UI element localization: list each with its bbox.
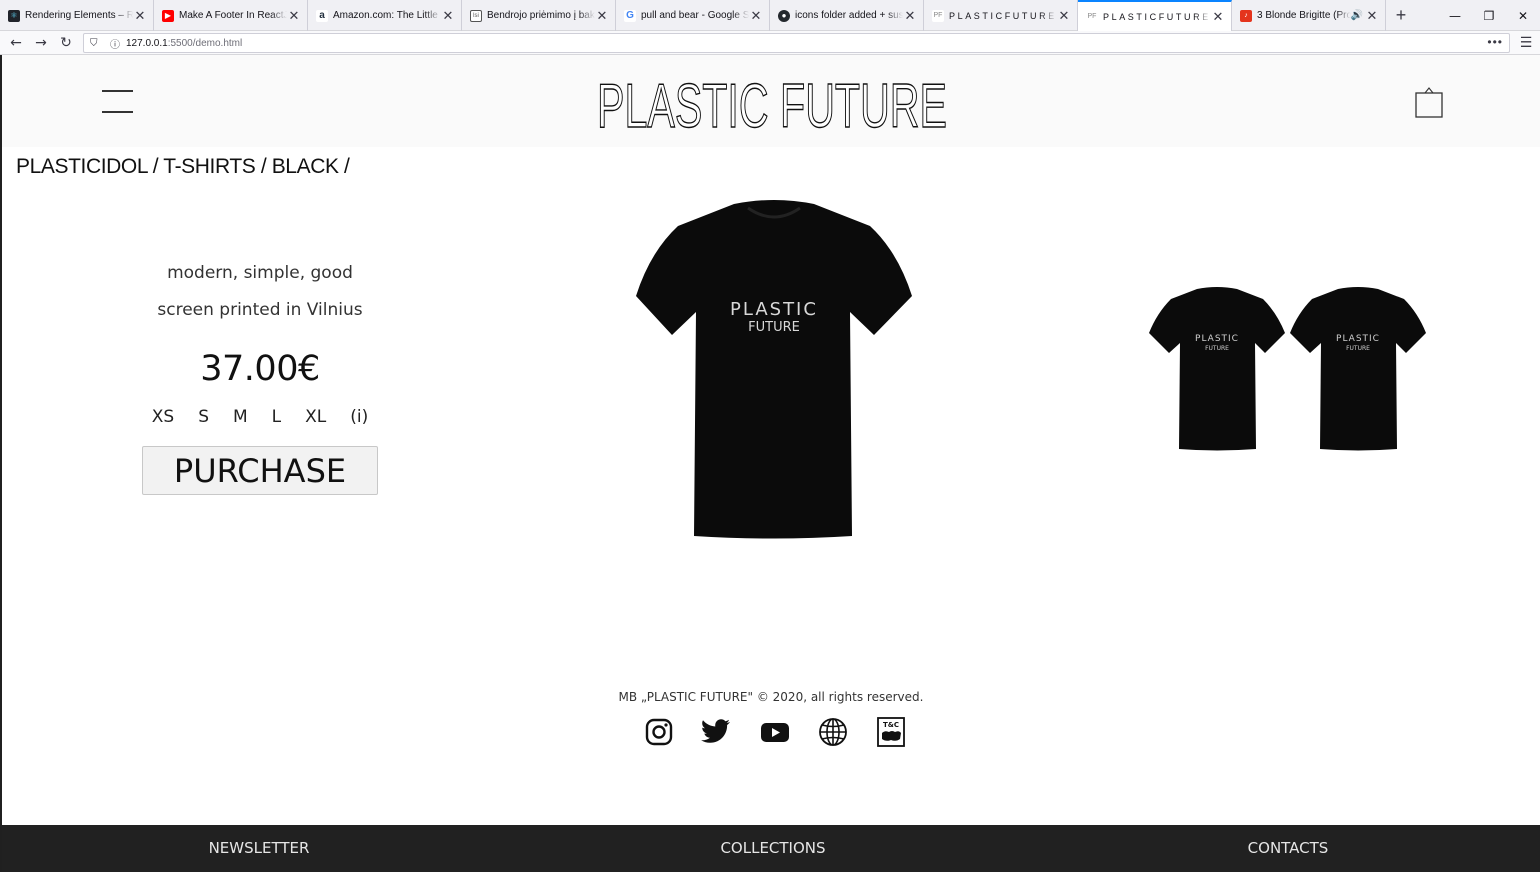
thumb-print-line2: FUTURE	[1346, 345, 1370, 352]
shopping-bag-icon[interactable]	[1414, 85, 1444, 119]
react-favicon-icon: ⚛	[8, 9, 20, 22]
url-path: :5500/demo.html	[167, 37, 243, 49]
site-header: PLASTIC FUTURE	[2, 55, 1540, 147]
social-links: T&C	[643, 715, 911, 751]
forward-arrow-icon[interactable]: →	[31, 33, 51, 53]
globe-icon[interactable]	[817, 715, 849, 749]
product-tagline: screen printed in Vilnius	[157, 300, 363, 320]
product-thumbnail[interactable]: PLASTIC FUTURE	[1290, 287, 1426, 452]
github-favicon-icon: ●	[778, 9, 790, 22]
browser-nav-bar: ← → ↻ ⛉ ⓘ 127.0.0.1:5500/demo.html ••• ☰	[0, 31, 1540, 55]
new-tab-button[interactable]: +	[1386, 0, 1416, 31]
product-info: modern, simple, good screen printed in V…	[142, 255, 378, 495]
page: PLASTIC FUTURE PLASTICIDOL / T-SHIRTS / …	[2, 55, 1540, 872]
instagram-icon[interactable]	[643, 715, 675, 749]
soundcloud-favicon-icon: ♪	[1240, 9, 1252, 22]
site-footer: NEWSLETTER COLLECTIONS CONTACTS	[2, 825, 1540, 872]
reload-icon[interactable]: ↻	[56, 33, 76, 53]
shield-icon[interactable]: ⛉	[90, 38, 102, 49]
tab-title: PLASTICFUTURE	[1103, 11, 1211, 22]
breadcrumb-item-t-shirts[interactable]: T-SHIRTS /	[163, 155, 266, 178]
back-arrow-icon[interactable]: ←	[6, 33, 26, 53]
terms-icon[interactable]: T&C	[875, 715, 907, 749]
window-controls: — ❐ ✕	[1438, 0, 1540, 31]
breadcrumb-item-plasticidol[interactable]: PLASTICIDOL /	[16, 155, 159, 178]
tab-title: Rendering Elements – React	[25, 10, 133, 21]
browser-tab[interactable]: PF PLASTICFUTURE ✕	[924, 0, 1078, 31]
close-tab-icon[interactable]: ✕	[1057, 8, 1071, 24]
url-host: 127.0.0.1	[126, 37, 168, 49]
browser-tab[interactable]: ⚛ Rendering Elements – React ✕	[0, 0, 154, 31]
browser-tab[interactable]: ♪ 3 Blonde Brigitte (Produ 🔊 ✕	[1232, 0, 1386, 31]
tab-title: Bendrojo priėmimo į bakalau	[487, 10, 595, 21]
tab-title: icons folder added + sustainab	[795, 10, 903, 21]
size-selector: XS S M L XL (i)	[142, 403, 378, 431]
close-window-icon[interactable]: ✕	[1506, 0, 1540, 31]
size-option-s[interactable]: S	[186, 403, 221, 431]
tab-title: PLASTICFUTURE	[949, 10, 1057, 21]
menu-icon[interactable]	[102, 90, 134, 114]
browser-tab-bar: ⚛ Rendering Elements – React ✕ ▶ Make A …	[0, 0, 1540, 31]
terms-icon-label: T&C	[883, 721, 899, 729]
close-tab-icon[interactable]: ✕	[749, 8, 763, 24]
thumb-print-line1: PLASTIC	[1195, 334, 1239, 344]
close-tab-icon[interactable]: ✕	[133, 8, 147, 24]
close-tab-icon[interactable]: ✕	[1211, 9, 1225, 25]
footer-link-contacts[interactable]: CONTACTS	[1188, 839, 1388, 857]
site-logo[interactable]: PLASTIC FUTURE	[592, 69, 952, 133]
page-actions-icon[interactable]: •••	[1487, 35, 1503, 49]
twitter-icon[interactable]	[700, 715, 732, 749]
breadcrumb-item-black[interactable]: BLACK /	[272, 155, 350, 178]
thumb-print-line1: PLASTIC	[1336, 334, 1380, 344]
google-favicon-icon: G	[624, 9, 636, 22]
amazon-favicon-icon: a	[316, 9, 328, 22]
plastic-future-favicon-icon: PF	[932, 9, 944, 22]
page-favicon-icon: lsi	[470, 9, 482, 22]
browser-tab[interactable]: ● icons folder added + sustainab ✕	[770, 0, 924, 31]
product-thumbnail[interactable]: PLASTIC FUTURE	[1149, 287, 1285, 452]
breadcrumb: PLASTICIDOL / T-SHIRTS / BLACK /	[16, 155, 350, 179]
size-info-button[interactable]: (i)	[338, 403, 380, 431]
minimize-icon[interactable]: —	[1438, 0, 1472, 31]
hamburger-menu-icon[interactable]: ☰	[1516, 33, 1536, 53]
youtube-favicon-icon: ▶	[162, 9, 174, 22]
shirt-print-line2: FUTURE	[748, 320, 800, 335]
tab-title: Amazon.com: The Little Book	[333, 10, 441, 21]
browser-tab[interactable]: G pull and bear - Google Search ✕	[616, 0, 770, 31]
close-tab-icon[interactable]: ✕	[287, 8, 301, 24]
footer-link-newsletter[interactable]: NEWSLETTER	[159, 839, 359, 857]
browser-tab-active[interactable]: PF PLASTICFUTURE ✕	[1078, 0, 1232, 31]
size-option-xs[interactable]: XS	[140, 403, 186, 431]
plastic-future-favicon-icon: PF	[1086, 10, 1098, 23]
restore-icon[interactable]: ❐	[1472, 0, 1506, 31]
tab-title: Make A Footer In ReactJS | Resp	[179, 10, 287, 21]
product-image-main[interactable]: PLASTIC FUTURE	[636, 200, 912, 540]
close-tab-icon[interactable]: ✕	[595, 8, 609, 24]
shirt-print-line1: PLASTIC	[730, 299, 818, 320]
site-info-icon[interactable]: ⓘ	[110, 36, 126, 51]
browser-tab[interactable]: lsi Bendrojo priėmimo į bakalau ✕	[462, 0, 616, 31]
speaker-icon[interactable]: 🔊	[1351, 10, 1363, 21]
product-tagline: modern, simple, good	[167, 263, 353, 283]
browser-tab[interactable]: ▶ Make A Footer In ReactJS | Resp ✕	[154, 0, 308, 31]
close-tab-icon[interactable]: ✕	[1365, 8, 1379, 24]
logo-text: PLASTIC FUTURE	[597, 72, 947, 133]
footer-link-collections[interactable]: COLLECTIONS	[673, 839, 873, 857]
address-bar[interactable]: ⛉ ⓘ 127.0.0.1:5500/demo.html •••	[83, 33, 1510, 53]
close-tab-icon[interactable]: ✕	[441, 8, 455, 24]
thumb-print-line2: FUTURE	[1205, 345, 1229, 352]
close-tab-icon[interactable]: ✕	[903, 8, 917, 24]
copyright-text: MB „PLASTIC FUTURE" © 2020, all rights r…	[618, 690, 924, 704]
size-option-xl[interactable]: XL	[293, 403, 338, 431]
youtube-icon[interactable]	[759, 715, 791, 749]
purchase-button[interactable]: PURCHASE	[142, 446, 378, 495]
size-option-l[interactable]: L	[260, 403, 293, 431]
tab-title: 3 Blonde Brigitte (Produ	[1257, 10, 1351, 21]
size-option-m[interactable]: M	[221, 403, 260, 431]
browser-tab[interactable]: a Amazon.com: The Little Book ✕	[308, 0, 462, 31]
tab-title: pull and bear - Google Search	[641, 10, 749, 21]
product-price: 37.00€	[200, 349, 320, 389]
